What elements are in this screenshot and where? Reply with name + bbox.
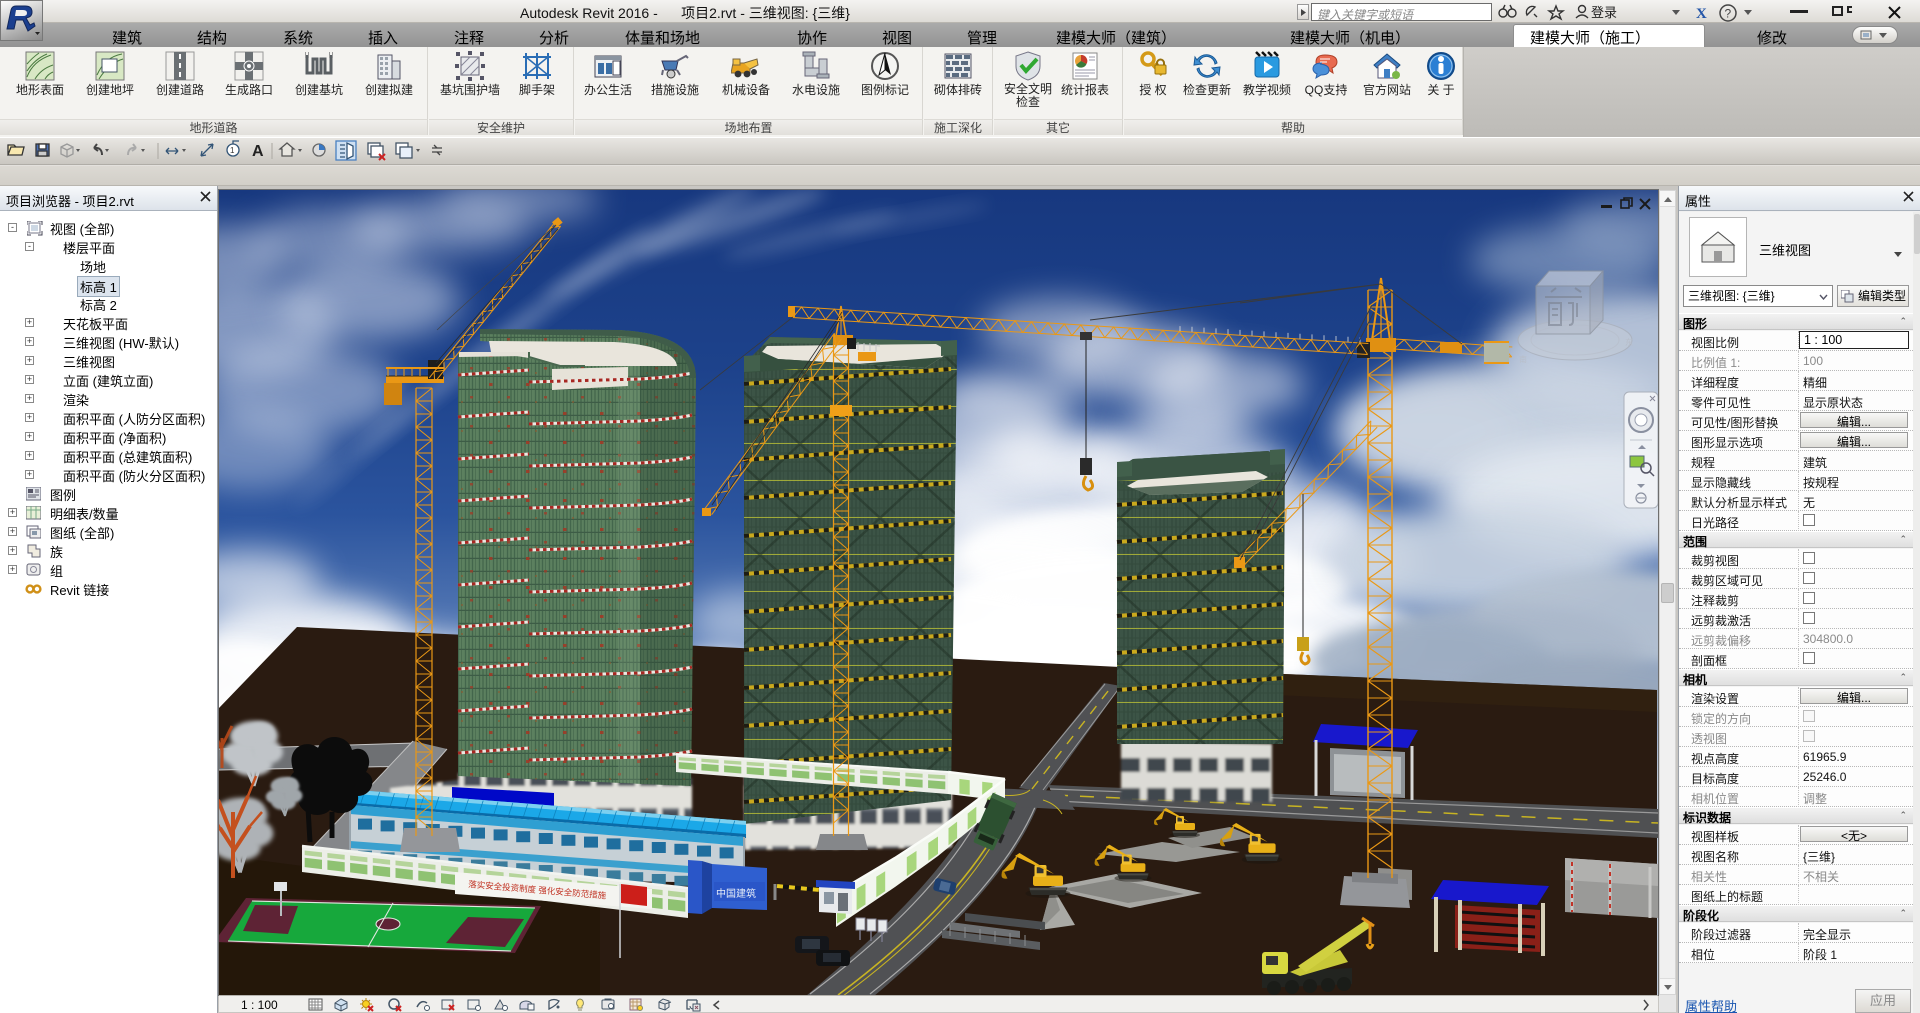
- svg-text:中国建筑: 中国建筑: [716, 887, 756, 900]
- svg-text:登录: 登录: [1591, 5, 1617, 20]
- svg-text:东: 东: [1625, 337, 1633, 347]
- svg-text:南: 南: [1519, 354, 1527, 364]
- svg-text:X: X: [1696, 6, 1707, 22]
- svg-text:A: A: [252, 143, 264, 160]
- svg-text:1: 1: [230, 146, 235, 155]
- svg-text:?: ?: [1725, 7, 1732, 21]
